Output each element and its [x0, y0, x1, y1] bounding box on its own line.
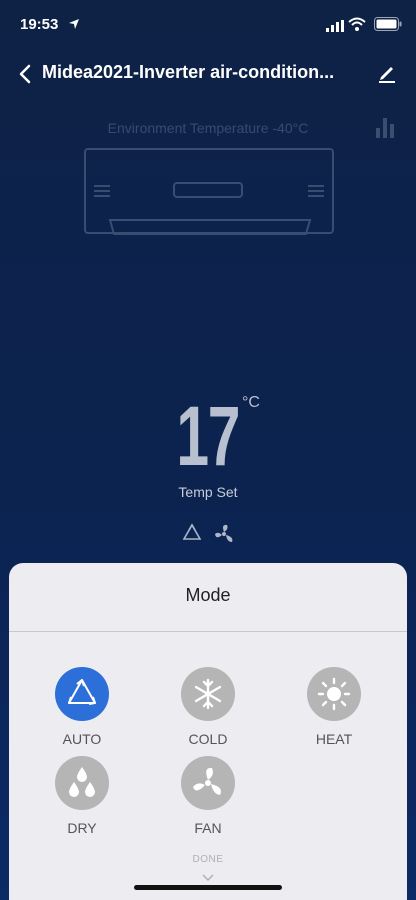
mode-cold-button[interactable]	[181, 667, 235, 721]
battery-icon	[374, 17, 402, 36]
fan-small-icon	[215, 524, 233, 542]
mode-auto-label: AUTO	[62, 731, 102, 747]
sheet-title: Mode	[185, 585, 231, 605]
home-indicator	[134, 885, 282, 890]
edit-button[interactable]	[376, 62, 398, 84]
temperature-display: 17 °C	[0, 388, 416, 485]
mode-sheet: Mode AUTO COLD HEAT DRY FAN DONE	[9, 563, 407, 900]
environment-temperature: Environment Temperature -40°C	[107, 120, 309, 136]
recycle-icon	[68, 679, 96, 705]
mode-fan-button[interactable]	[181, 756, 235, 810]
status-time: 19:53	[20, 16, 59, 33]
mode-cold-label: COLD	[188, 731, 228, 747]
mode-heat-button[interactable]	[307, 667, 361, 721]
app-screen: 19:53 Midea2021-Inverter air-condition..…	[0, 0, 416, 900]
mode-heat-label: HEAT	[315, 731, 353, 747]
sun-icon	[317, 677, 351, 711]
droplets-icon	[69, 767, 95, 797]
wifi-icon	[348, 17, 366, 36]
auto-mode-small-icon	[182, 523, 202, 540]
mode-heat-option[interactable]: HEAT	[289, 667, 379, 747]
bar-chart-icon[interactable]	[374, 116, 396, 143]
status-icons	[180, 522, 238, 553]
status-bar: 19:53	[0, 0, 416, 50]
fan-icon	[193, 767, 221, 795]
mode-dry-button[interactable]	[55, 756, 109, 810]
mode-auto-button[interactable]	[55, 667, 109, 721]
temperature-unit: °C	[242, 394, 260, 411]
mode-cold-option[interactable]: COLD	[163, 667, 253, 747]
mode-fan-option[interactable]: FAN	[163, 756, 253, 836]
divider	[9, 631, 407, 632]
temperature-value: 17	[176, 389, 241, 483]
mode-dry-option[interactable]: DRY	[37, 756, 127, 836]
cellular-signal-icon	[326, 19, 344, 37]
back-button[interactable]	[14, 62, 38, 86]
air-conditioner-icon	[84, 148, 334, 243]
snowflake-icon	[194, 678, 222, 710]
temperature-label: Temp Set	[178, 484, 238, 500]
mode-dry-label: DRY	[67, 820, 97, 836]
mode-auto-option[interactable]: AUTO	[37, 667, 127, 747]
done-button[interactable]: DONE	[9, 854, 407, 865]
page-title: Midea2021-Inverter air-condition...	[42, 62, 335, 82]
nav-header: Midea2021-Inverter air-condition...	[0, 50, 416, 98]
mode-fan-label: FAN	[194, 820, 222, 836]
location-arrow-icon	[68, 17, 80, 35]
